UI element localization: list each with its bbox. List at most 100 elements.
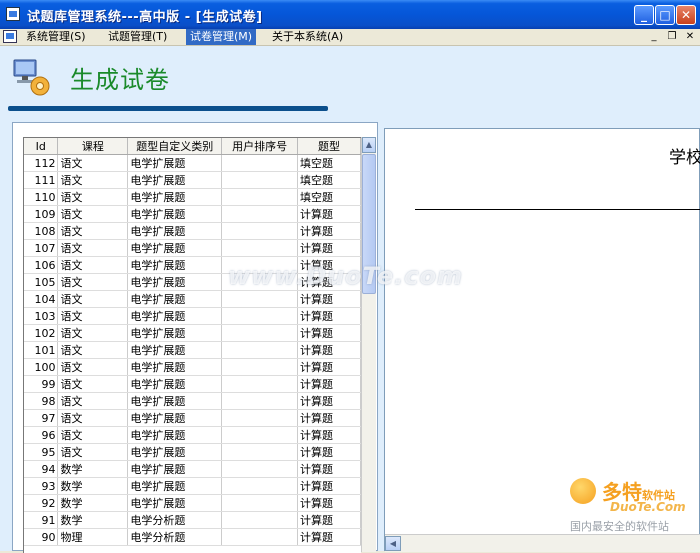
table-cell[interactable]: 99 bbox=[24, 375, 59, 393]
table-cell[interactable]: 数学 bbox=[57, 477, 129, 495]
mdi-child-icon[interactable] bbox=[3, 30, 17, 43]
table-cell[interactable]: 语文 bbox=[57, 307, 129, 325]
table-cell[interactable]: 语文 bbox=[57, 188, 129, 206]
table-cell[interactable]: 电学扩展题 bbox=[127, 477, 223, 495]
table-cell[interactable]: 109 bbox=[24, 205, 59, 223]
table-cell[interactable]: 92 bbox=[24, 494, 59, 512]
table-cell[interactable]: 语文 bbox=[57, 171, 129, 189]
table-cell[interactable]: 111 bbox=[24, 171, 59, 189]
table-cell[interactable]: 91 bbox=[24, 511, 59, 529]
table-cell[interactable] bbox=[221, 239, 299, 257]
column-header[interactable]: 课程 bbox=[57, 138, 129, 155]
table-cell[interactable]: 110 bbox=[24, 188, 59, 206]
table-cell[interactable]: 103 bbox=[24, 307, 59, 325]
table-cell[interactable] bbox=[221, 154, 299, 172]
table-cell[interactable]: 108 bbox=[24, 222, 59, 240]
table-row[interactable]: 107 语文 电学扩展题 计算题 bbox=[24, 239, 361, 257]
table-cell[interactable] bbox=[221, 460, 299, 478]
table-cell[interactable] bbox=[221, 426, 299, 444]
table-cell[interactable]: 电学扩展题 bbox=[127, 154, 223, 172]
table-cell[interactable]: 104 bbox=[24, 290, 59, 308]
table-cell[interactable]: 计算题 bbox=[297, 443, 361, 461]
table-row[interactable]: 102 语文 电学扩展题 计算题 bbox=[24, 324, 361, 342]
table-cell[interactable]: 计算题 bbox=[297, 477, 361, 495]
table-cell[interactable]: 计算题 bbox=[297, 205, 361, 223]
table-row[interactable]: 94 数学 电学扩展题 计算题 bbox=[24, 460, 361, 478]
table-cell[interactable]: 电学扩展题 bbox=[127, 256, 223, 274]
table-cell[interactable]: 电学扩展题 bbox=[127, 443, 223, 461]
table-cell[interactable]: 电学分析题 bbox=[127, 528, 223, 546]
table-cell[interactable] bbox=[221, 290, 299, 308]
table-cell[interactable]: 电学扩展题 bbox=[127, 409, 223, 427]
menu-papers[interactable]: 试卷管理(M) bbox=[186, 29, 257, 45]
table-cell[interactable]: 电学扩展题 bbox=[127, 494, 223, 512]
table-cell[interactable]: 101 bbox=[24, 341, 59, 359]
table-cell[interactable]: 计算题 bbox=[297, 307, 361, 325]
menu-system[interactable]: 系统管理(S) bbox=[22, 29, 90, 45]
column-header[interactable]: Id bbox=[24, 138, 59, 155]
menu-about[interactable]: 关于本系统(A) bbox=[268, 29, 347, 45]
table-cell[interactable]: 102 bbox=[24, 324, 59, 342]
table-cell[interactable]: 语文 bbox=[57, 443, 129, 461]
table-cell[interactable]: 计算题 bbox=[297, 358, 361, 376]
table-cell[interactable]: 电学扩展题 bbox=[127, 358, 223, 376]
table-cell[interactable] bbox=[221, 205, 299, 223]
table-cell[interactable] bbox=[221, 477, 299, 495]
table-cell[interactable]: 105 bbox=[24, 273, 59, 291]
table-row[interactable]: 101 语文 电学扩展题 计算题 bbox=[24, 341, 361, 359]
table-cell[interactable]: 计算题 bbox=[297, 341, 361, 359]
table-cell[interactable]: 语文 bbox=[57, 256, 129, 274]
table-cell[interactable]: 97 bbox=[24, 409, 59, 427]
table-cell[interactable] bbox=[221, 188, 299, 206]
table-cell[interactable]: 112 bbox=[24, 154, 59, 172]
table-cell[interactable]: 语文 bbox=[57, 358, 129, 376]
table-cell[interactable]: 计算题 bbox=[297, 239, 361, 257]
table-cell[interactable]: 100 bbox=[24, 358, 59, 376]
scroll-up-arrow-icon[interactable]: ▲ bbox=[362, 137, 376, 153]
table-cell[interactable]: 填空题 bbox=[297, 188, 361, 206]
table-cell[interactable]: 电学扩展题 bbox=[127, 239, 223, 257]
table-cell[interactable] bbox=[221, 171, 299, 189]
table-cell[interactable]: 电学扩展题 bbox=[127, 273, 223, 291]
table-cell[interactable] bbox=[221, 443, 299, 461]
table-cell[interactable]: 语文 bbox=[57, 426, 129, 444]
table-cell[interactable]: 语文 bbox=[57, 409, 129, 427]
table-cell[interactable]: 计算题 bbox=[297, 494, 361, 512]
table-cell[interactable]: 电学扩展题 bbox=[127, 205, 223, 223]
table-cell[interactable]: 电学扩展题 bbox=[127, 290, 223, 308]
table-cell[interactable] bbox=[221, 392, 299, 410]
table-cell[interactable]: 语文 bbox=[57, 273, 129, 291]
question-grid[interactable]: Id 课程 题型自定义类别 用户排序号 题型 112 语文 电学扩展题 填空题 111 语文 电学扩… bbox=[23, 137, 361, 553]
app-icon[interactable] bbox=[6, 7, 20, 21]
table-cell[interactable]: 语文 bbox=[57, 239, 129, 257]
table-cell[interactable]: 语文 bbox=[57, 222, 129, 240]
table-row[interactable]: 96 语文 电学扩展题 计算题 bbox=[24, 426, 361, 444]
table-cell[interactable]: 语文 bbox=[57, 154, 129, 172]
vertical-scrollbar[interactable]: ▲ bbox=[361, 137, 376, 552]
table-row[interactable]: 90 物理 电学分析题 计算题 bbox=[24, 528, 361, 546]
table-cell[interactable] bbox=[221, 375, 299, 393]
table-row[interactable]: 111 语文 电学扩展题 填空题 bbox=[24, 171, 361, 189]
column-header[interactable]: 题型 bbox=[297, 138, 361, 155]
menu-questions[interactable]: 试题管理(T) bbox=[104, 29, 171, 45]
table-cell[interactable]: 计算题 bbox=[297, 409, 361, 427]
table-cell[interactable]: 电学扩展题 bbox=[127, 392, 223, 410]
table-row[interactable]: 103 语文 电学扩展题 计算题 bbox=[24, 307, 361, 325]
table-row[interactable]: 93 数学 电学扩展题 计算题 bbox=[24, 477, 361, 495]
table-cell[interactable]: 语文 bbox=[57, 324, 129, 342]
table-cell[interactable]: 数学 bbox=[57, 460, 129, 478]
table-row[interactable]: 100 语文 电学扩展题 计算题 bbox=[24, 358, 361, 376]
table-cell[interactable]: 95 bbox=[24, 443, 59, 461]
table-cell[interactable]: 107 bbox=[24, 239, 59, 257]
table-row[interactable]: 98 语文 电学扩展题 计算题 bbox=[24, 392, 361, 410]
table-cell[interactable]: 96 bbox=[24, 426, 59, 444]
mdi-minimize-button[interactable]: _ bbox=[647, 30, 661, 43]
table-row[interactable]: 104 语文 电学扩展题 计算题 bbox=[24, 290, 361, 308]
table-cell[interactable]: 计算题 bbox=[297, 426, 361, 444]
table-cell[interactable]: 94 bbox=[24, 460, 59, 478]
table-cell[interactable]: 计算题 bbox=[297, 392, 361, 410]
scroll-left-arrow-icon[interactable]: ◀ bbox=[385, 536, 401, 551]
table-cell[interactable]: 电学分析题 bbox=[127, 511, 223, 529]
mdi-restore-button[interactable]: ❐ bbox=[665, 30, 679, 43]
mdi-close-button[interactable]: ✕ bbox=[683, 30, 697, 43]
